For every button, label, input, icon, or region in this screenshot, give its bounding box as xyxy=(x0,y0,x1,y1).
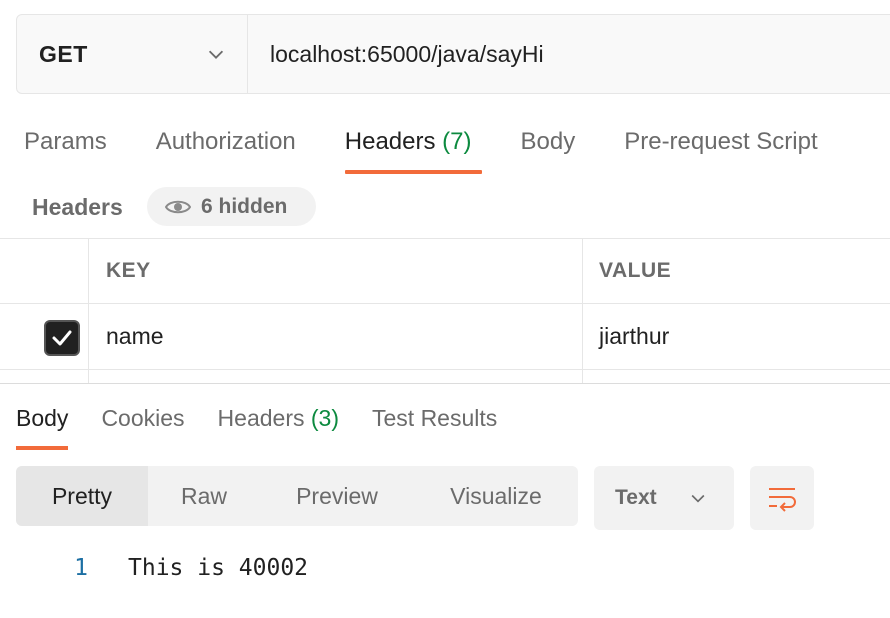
url-input[interactable]: localhost:65000/java/sayHi xyxy=(248,15,890,93)
eye-icon xyxy=(165,200,191,213)
wrap-lines-button[interactable] xyxy=(750,466,814,530)
view-preview-button[interactable]: Preview xyxy=(260,466,414,526)
tab-body[interactable]: Body xyxy=(521,120,576,174)
tab-label: Cookies xyxy=(101,405,185,431)
hidden-count-label: 6 hidden xyxy=(201,194,288,218)
tab-pre-request-script[interactable]: Pre-request Script xyxy=(624,120,817,174)
tab-cookies[interactable]: Cookies xyxy=(101,396,184,450)
tab-response-body[interactable]: Body xyxy=(16,396,69,450)
tab-label: Authorization xyxy=(155,128,296,155)
key-header-label: KEY xyxy=(106,259,151,282)
key-column-header: KEY xyxy=(89,239,583,303)
row-check-cell xyxy=(0,304,89,369)
line-number: 1 xyxy=(74,555,88,581)
table-header-row: KEY VALUE xyxy=(0,238,890,304)
tab-label: Pre-request Script xyxy=(624,128,818,155)
value-column-header: VALUE xyxy=(583,239,890,303)
tab-headers[interactable]: Headers (7) xyxy=(344,120,482,174)
tab-count: (7) xyxy=(442,128,472,155)
tab-label: Headers xyxy=(217,405,305,431)
header-key-field[interactable]: name xyxy=(89,304,583,369)
header-key-text: name xyxy=(106,323,164,349)
tab-label: Headers xyxy=(344,128,436,155)
row-enabled-checkbox[interactable] xyxy=(44,320,80,356)
table-row-new xyxy=(0,370,890,384)
tab-count: (3) xyxy=(310,405,339,431)
view-pretty-button[interactable]: Pretty xyxy=(16,466,148,526)
header-value-field[interactable]: jiarthur xyxy=(583,304,890,369)
tab-label: Params xyxy=(24,128,107,155)
response-body-line: 1 This is 40002 xyxy=(0,550,308,586)
view-visualize-button[interactable]: Visualize xyxy=(414,466,578,526)
headers-table: KEY VALUE name jiarthur xyxy=(0,238,890,384)
headers-section-label: Headers xyxy=(32,194,123,220)
wrap-lines-icon xyxy=(769,488,796,512)
chevron-down-icon xyxy=(208,50,224,59)
request-tabs: Params Authorization Headers (7) Body Pr… xyxy=(24,120,867,174)
request-bar: GET localhost:65000/java/sayHi xyxy=(16,14,890,94)
format-label: Text xyxy=(615,486,657,509)
tab-test-results[interactable]: Test Results xyxy=(372,396,497,450)
response-tabs: Body Cookies Headers (3) Test Results xyxy=(16,396,530,450)
new-value-field[interactable] xyxy=(583,370,890,383)
view-raw-button[interactable]: Raw xyxy=(148,466,260,526)
tab-label: Body xyxy=(520,128,576,155)
new-key-field[interactable] xyxy=(89,370,583,383)
header-value-text: jiarthur xyxy=(599,323,670,349)
tab-authorization[interactable]: Authorization xyxy=(156,120,296,174)
tab-label: Body xyxy=(16,405,69,431)
checkmark-icon xyxy=(52,330,72,346)
view-mode-group: Pretty Raw Preview Visualize xyxy=(16,466,578,526)
method-select[interactable]: GET xyxy=(17,15,248,93)
format-select[interactable]: Text xyxy=(594,466,734,530)
value-header-label: VALUE xyxy=(599,259,672,282)
row-check-cell xyxy=(0,370,89,383)
tab-response-headers[interactable]: Headers (3) xyxy=(218,396,339,450)
check-column-header xyxy=(0,239,89,303)
tab-params[interactable]: Params xyxy=(24,120,107,174)
hidden-headers-toggle[interactable]: 6 hidden xyxy=(147,187,316,226)
response-body-text: This is 40002 xyxy=(128,555,309,581)
tab-label: Test Results xyxy=(372,405,498,431)
chevron-down-icon xyxy=(691,494,705,503)
table-row: name jiarthur xyxy=(0,304,890,370)
method-label: GET xyxy=(39,40,88,67)
